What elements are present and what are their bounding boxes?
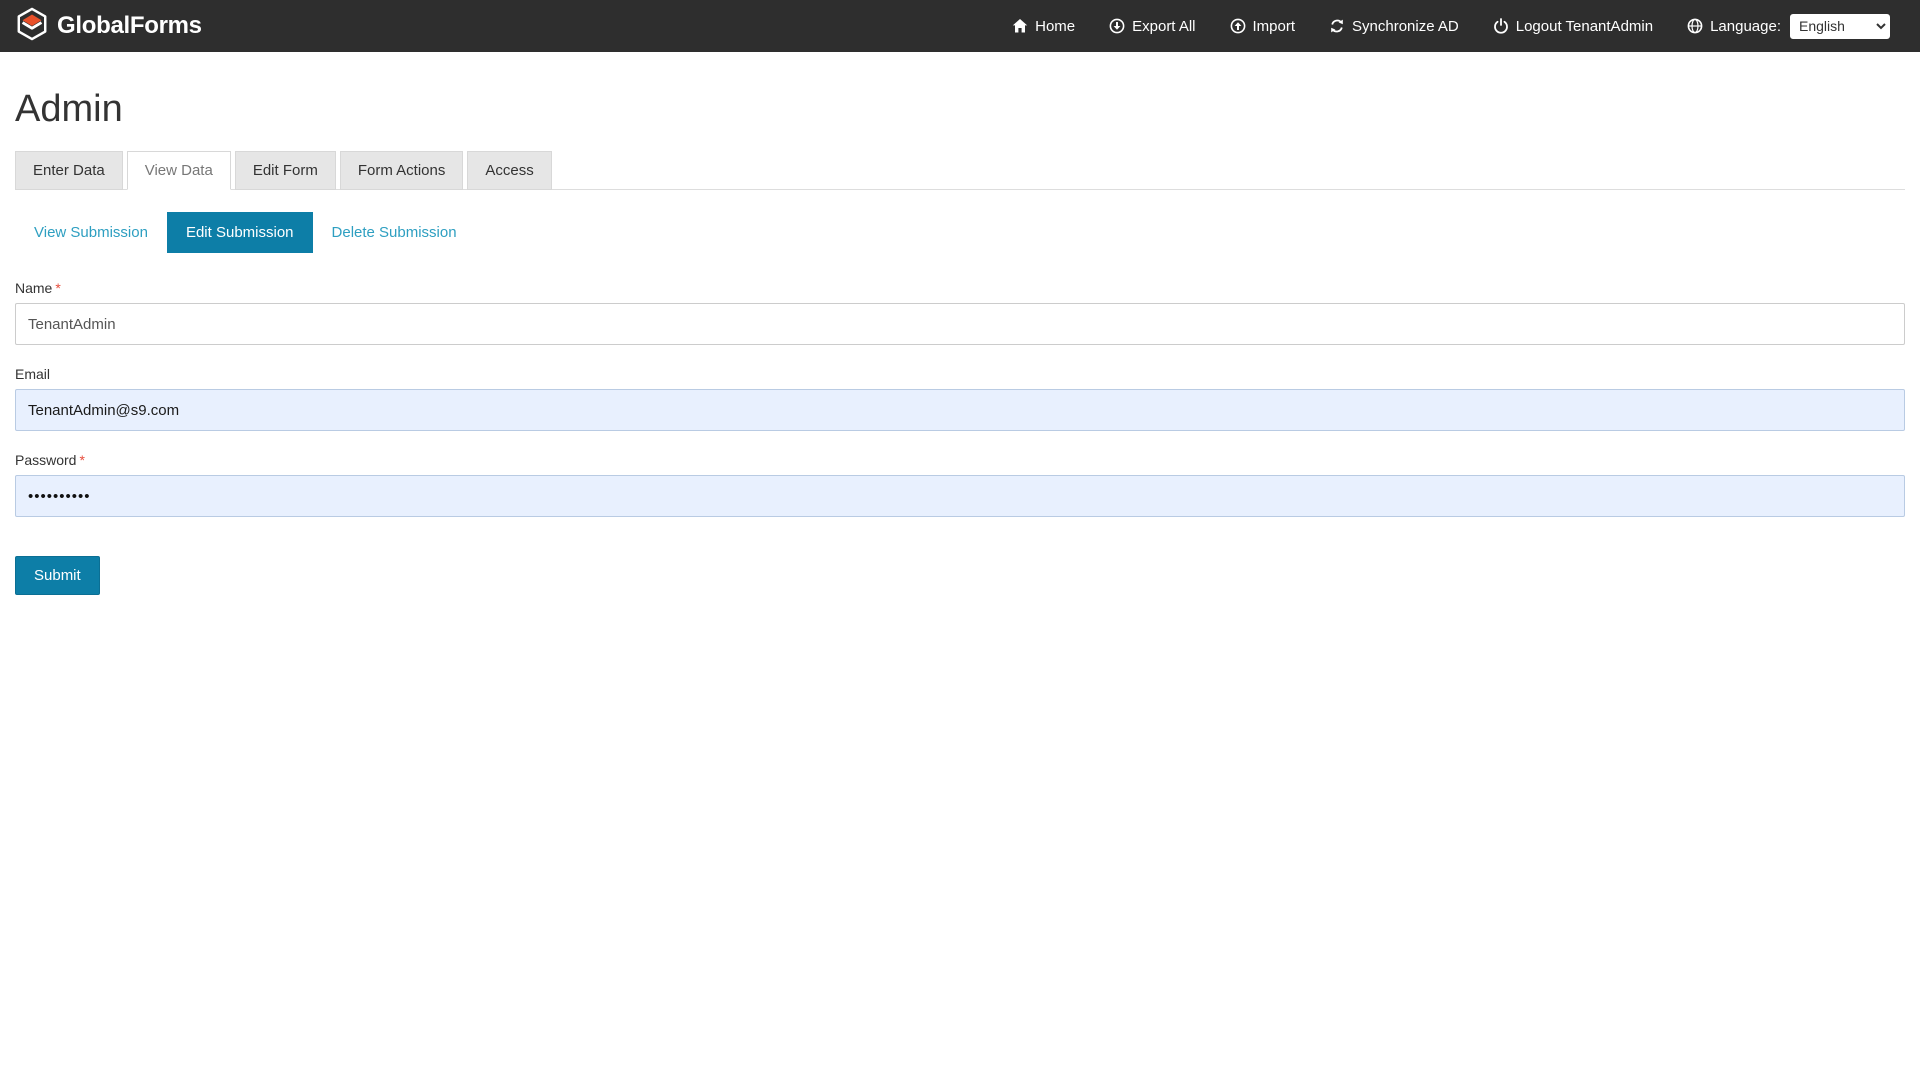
tab-form-actions[interactable]: Form Actions	[340, 151, 464, 190]
export-all-icon	[1109, 18, 1125, 34]
email-label: Email	[15, 366, 1905, 382]
language-label: Language:	[1710, 18, 1781, 35]
nav-synchronize-ad-label: Synchronize AD	[1352, 18, 1459, 35]
nav-export-all[interactable]: Export All	[1109, 18, 1195, 35]
nav-home[interactable]: Home	[1012, 18, 1075, 35]
synchronize-icon	[1329, 18, 1345, 34]
email-field-group: Email	[15, 366, 1905, 431]
home-icon	[1012, 18, 1028, 34]
main-content: Admin Enter Data View Data Edit Form For…	[0, 88, 1920, 595]
edit-submission-form: Name* Email Password* Submit	[15, 280, 1905, 595]
name-input[interactable]	[15, 303, 1905, 345]
language-label-wrap: Language:	[1687, 18, 1781, 35]
brand-name: GlobalForms	[57, 12, 202, 40]
required-asterisk: *	[79, 452, 84, 468]
import-icon	[1230, 18, 1246, 34]
password-label: Password*	[15, 452, 1905, 468]
edit-submission-button[interactable]: Edit Submission	[167, 212, 313, 253]
power-icon	[1493, 18, 1509, 34]
brand-logo[interactable]: GlobalForms	[15, 7, 202, 46]
view-submission-link[interactable]: View Submission	[15, 212, 167, 253]
email-input[interactable]	[15, 389, 1905, 431]
top-navbar: GlobalForms Home Export All	[0, 0, 1920, 52]
submission-actions: View Submission Edit Submission Delete S…	[15, 212, 1905, 253]
language-select[interactable]: English	[1790, 14, 1890, 39]
submit-button[interactable]: Submit	[15, 556, 100, 595]
nav-synchronize-ad[interactable]: Synchronize AD	[1329, 18, 1459, 35]
nav-logout-label: Logout TenantAdmin	[1516, 18, 1653, 35]
required-asterisk: *	[55, 280, 60, 296]
nav-export-all-label: Export All	[1132, 18, 1195, 35]
form-tabs: Enter Data View Data Edit Form Form Acti…	[15, 151, 1905, 190]
navbar-menu: Home Export All Import	[1012, 14, 1890, 39]
name-label: Name*	[15, 280, 1905, 296]
globalforms-logo-icon	[15, 7, 49, 46]
password-field-group: Password*	[15, 452, 1905, 517]
language-control: Language: English	[1687, 14, 1890, 39]
tab-view-data[interactable]: View Data	[127, 151, 231, 190]
nav-home-label: Home	[1035, 18, 1075, 35]
nav-import-label: Import	[1253, 18, 1296, 35]
globe-icon	[1687, 18, 1703, 34]
nav-import[interactable]: Import	[1230, 18, 1296, 35]
tab-edit-form[interactable]: Edit Form	[235, 151, 336, 190]
tab-enter-data[interactable]: Enter Data	[15, 151, 123, 190]
tab-access[interactable]: Access	[467, 151, 551, 190]
name-field-group: Name*	[15, 280, 1905, 345]
delete-submission-link[interactable]: Delete Submission	[313, 212, 476, 253]
password-input[interactable]	[15, 475, 1905, 517]
nav-logout[interactable]: Logout TenantAdmin	[1493, 18, 1653, 35]
page-title: Admin	[15, 88, 1905, 131]
